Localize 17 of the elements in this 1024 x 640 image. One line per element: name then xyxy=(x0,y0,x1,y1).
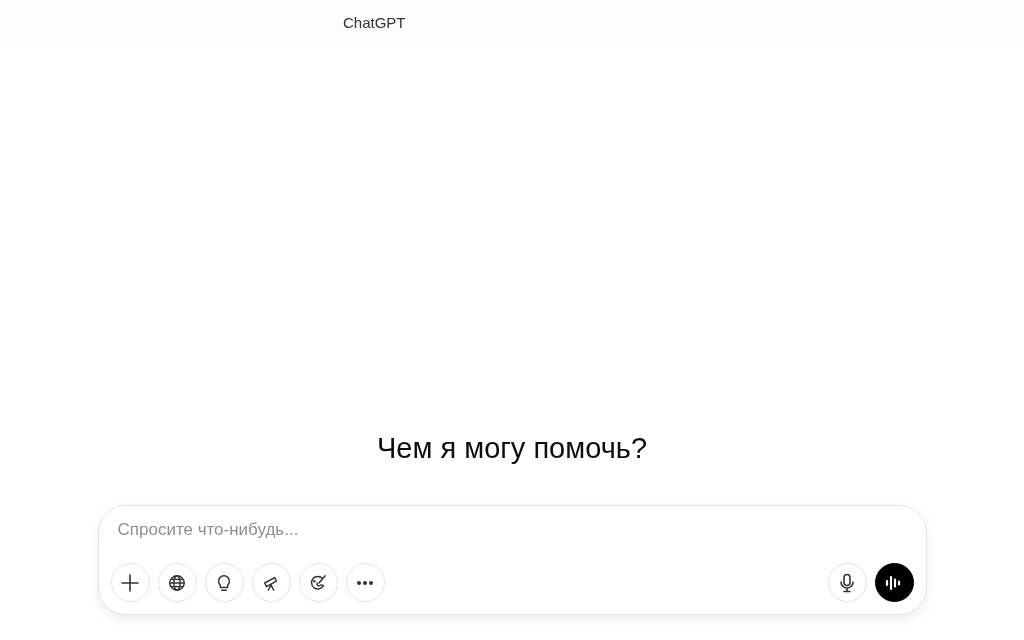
plus-icon xyxy=(120,572,140,593)
lightbulb-icon xyxy=(215,573,233,592)
dictate-button[interactable] xyxy=(827,563,867,602)
add-button[interactable] xyxy=(110,563,150,602)
search-web-button[interactable] xyxy=(157,563,197,602)
waveform-icon xyxy=(885,574,903,591)
ideas-button[interactable] xyxy=(204,563,244,602)
more-button[interactable] xyxy=(345,563,385,602)
research-button[interactable] xyxy=(251,563,291,602)
greeting-heading: Чем я могу помочь? xyxy=(377,432,647,465)
palette-icon xyxy=(309,573,327,592)
microphone-icon xyxy=(838,572,856,593)
globe-icon xyxy=(168,573,186,592)
image-button[interactable] xyxy=(298,563,338,602)
more-icon xyxy=(356,579,374,586)
voice-mode-button[interactable] xyxy=(874,563,914,602)
app-title[interactable]: ChatGPT xyxy=(343,14,406,31)
